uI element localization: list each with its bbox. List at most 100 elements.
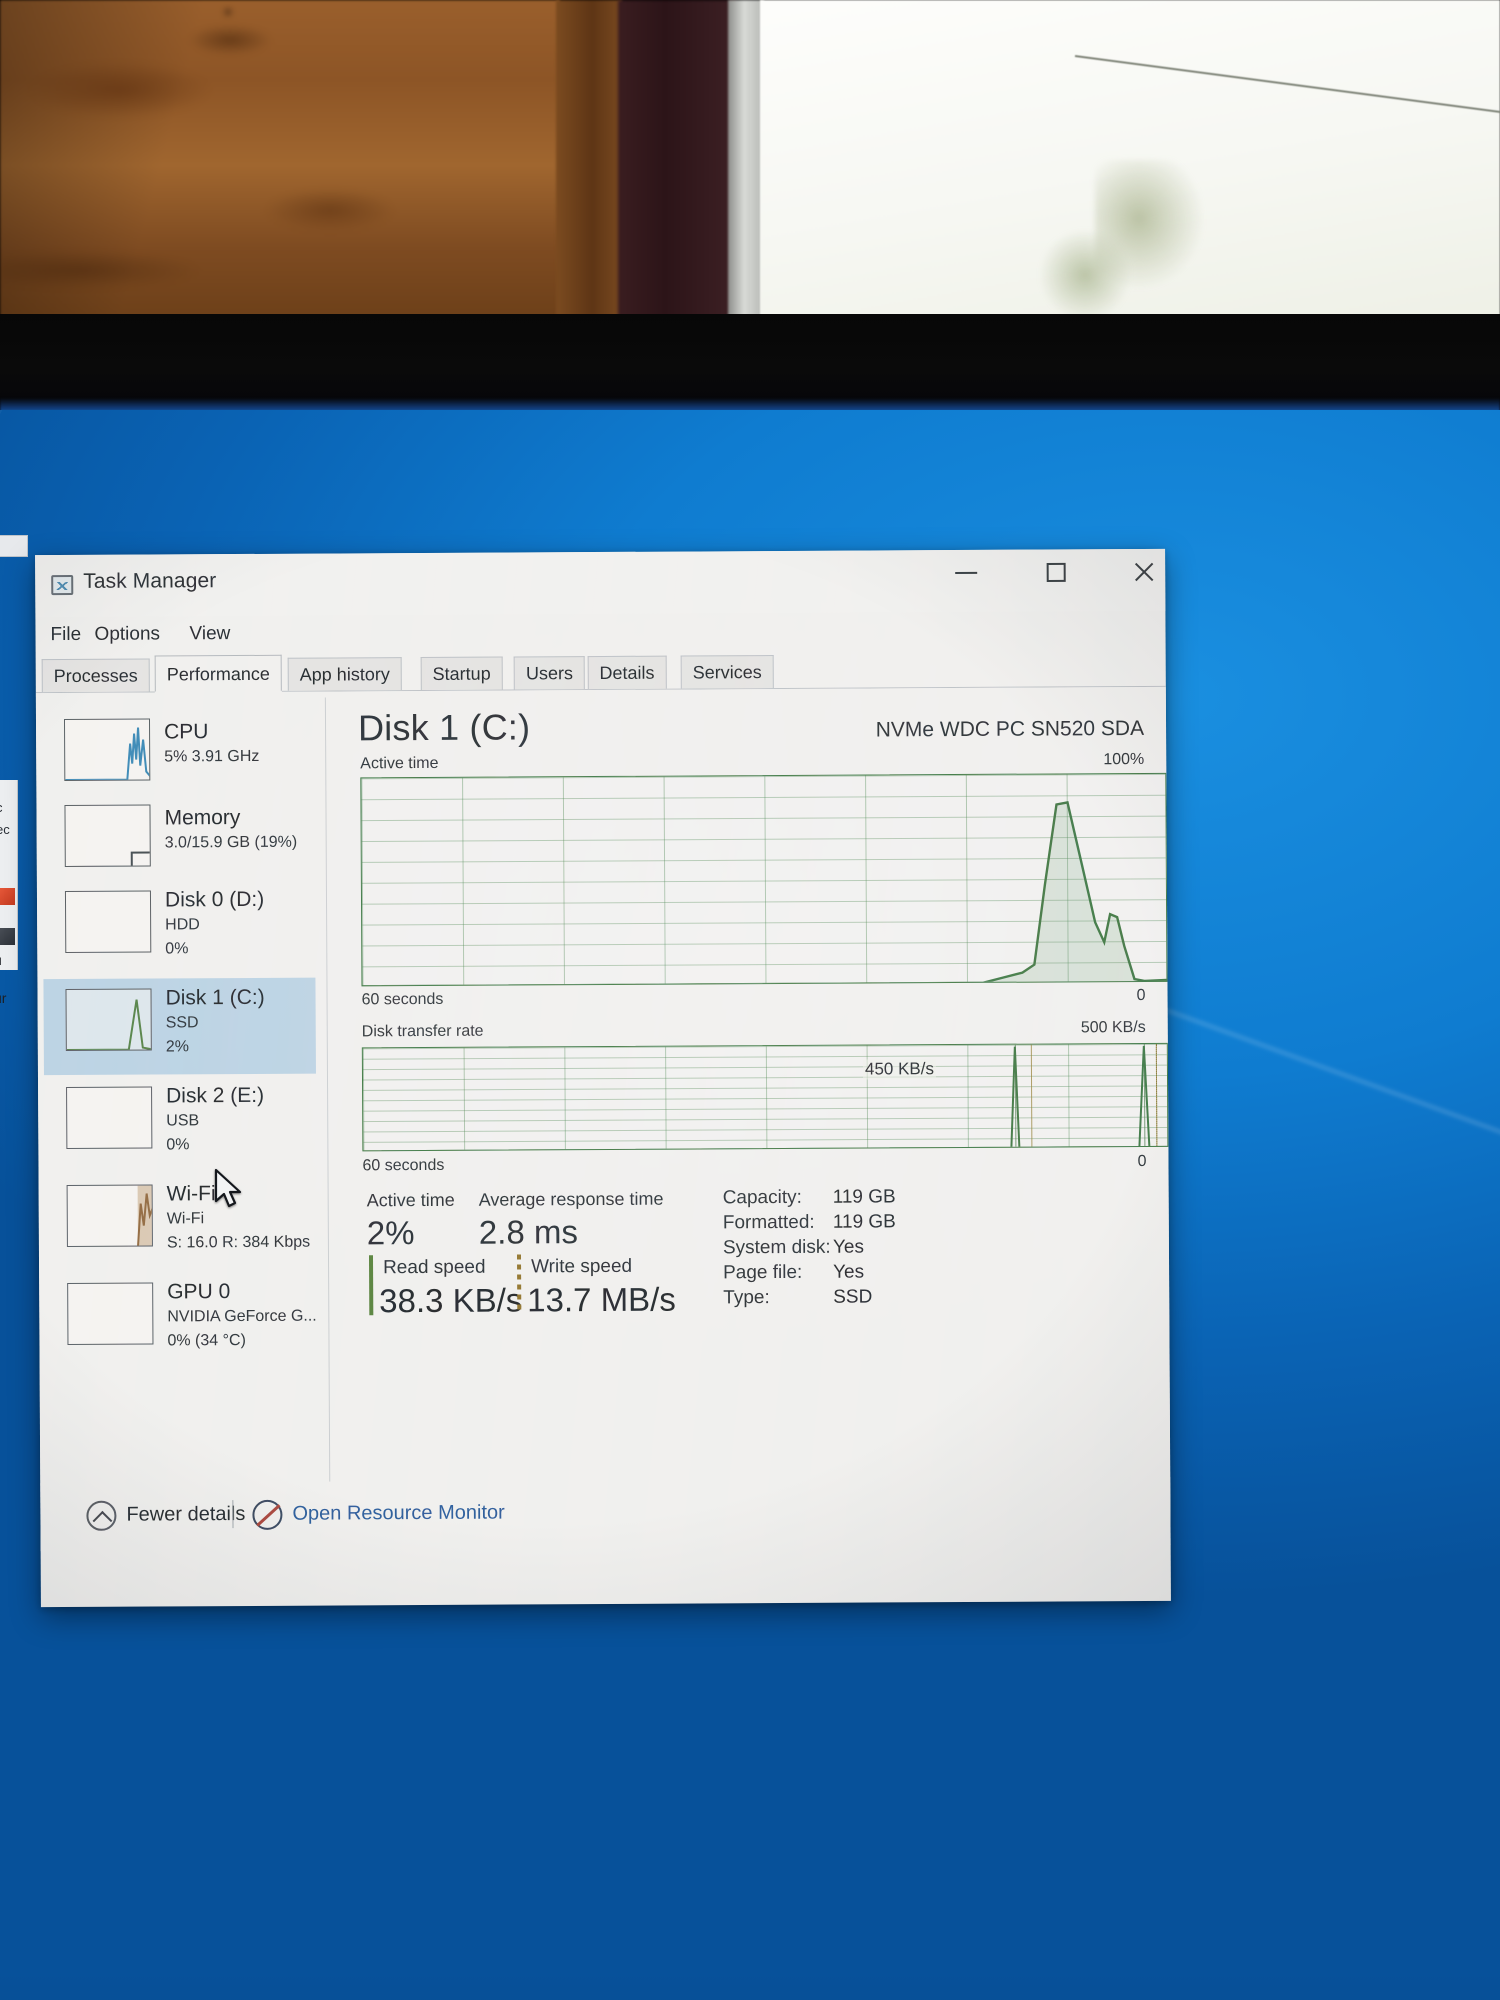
resource-sidebar: CPU 5% 3.91 GHz Memory 3.0/15.9 GB (19%) Dis… — [35, 697, 331, 1552]
fewer-details-button[interactable]: Fewer details — [126, 1503, 245, 1527]
cpu-sparkline — [65, 727, 151, 781]
title-bar[interactable]: Task Manager — [35, 548, 1166, 618]
background-text-line-1: c — [0, 800, 3, 815]
sidebar-item-detail-1: 5% 3.91 GHz — [164, 747, 260, 766]
active-time-graph-time: 60 seconds — [361, 990, 444, 1009]
detail-panel: Disk 1 (C:) NVMe WDC PC SN520 SDA Active… — [328, 687, 1171, 1550]
task-manager-icon — [51, 574, 74, 596]
transfer-rate-graph[interactable]: 450 KB/s — [361, 1042, 1169, 1152]
sidebar-thumbnail — [64, 890, 152, 954]
tab-app-history[interactable]: App history — [287, 657, 402, 691]
tab-processes[interactable]: Processes — [41, 658, 150, 693]
page-title: Disk 1 (C:) — [357, 706, 531, 749]
sidebar-item-disk-1-c[interactable]: Disk 1 (C:) SSD 2% — [43, 977, 316, 1076]
sidebar-item-detail-1: 3.0/15.9 GB (19%) — [164, 833, 298, 852]
transfer-rate-graph-min: 0 — [1137, 1152, 1147, 1171]
device-model: NVMe WDC PC SN520 SDA — [875, 716, 1145, 742]
sidebar-item-detail-2: 2% — [165, 1038, 189, 1056]
wifi-sparkline — [136, 1185, 153, 1247]
info-key-page-file: Page file: — [723, 1261, 803, 1284]
read-speed-marker — [368, 1255, 374, 1316]
minimize-icon — [955, 571, 978, 575]
sidebar-item-wi-fi[interactable]: Wi-Fi Wi-Fi S: 16.0 R: 384 Kbps — [45, 1174, 318, 1272]
info-key-type: Type: — [723, 1287, 770, 1309]
read-speed-label: Read speed — [382, 1256, 486, 1279]
background-icon-dark[interactable] — [0, 928, 15, 945]
tab-services[interactable]: Services — [680, 655, 774, 689]
footer-divider — [232, 1500, 234, 1529]
active-time-series — [362, 801, 1168, 987]
resource-monitor-icon — [252, 1499, 283, 1530]
sidebar-item-detail-1: Wi-Fi — [166, 1210, 205, 1228]
sidebar-thumbnail — [65, 988, 152, 1051]
background-text-line-2: ec — [0, 822, 10, 837]
transfer-rate-graph-time: 60 seconds — [362, 1156, 445, 1175]
sidebar-item-gpu-0[interactable]: GPU 0 NVIDIA GeForce G... 0% (34 °C) — [45, 1272, 318, 1370]
response-time-readout-value: 2.8 ms — [478, 1213, 579, 1251]
window-body: CPU 5% 3.91 GHz Memory 3.0/15.9 GB (19%) Dis… — [35, 686, 1171, 1552]
background-photo — [0, 0, 1500, 318]
write-speed-label: Write speed — [530, 1255, 633, 1278]
sidebar-item-name: Wi-Fi — [166, 1182, 216, 1206]
window-footer: Fewer details Open Resource Monitor — [40, 1476, 1171, 1552]
disk1-sparkline — [66, 999, 152, 1051]
active-time-readout-label: Active time — [366, 1189, 455, 1211]
background-icon-red[interactable] — [0, 888, 15, 905]
background-window-top[interactable] — [0, 535, 28, 557]
open-resource-monitor-link[interactable]: Open Resource Monitor — [292, 1502, 504, 1526]
menu-item-options[interactable]: Options — [87, 620, 167, 648]
tab-performance[interactable]: Performance — [154, 654, 282, 692]
sidebar-item-detail-2: S: 16.0 R: 384 Kbps — [166, 1233, 311, 1252]
active-time-readout-value: 2% — [366, 1214, 415, 1252]
mouse-cursor — [214, 1168, 242, 1208]
sidebar-item-detail-1: SSD — [165, 1014, 199, 1032]
active-time-graph-label: Active time — [360, 754, 439, 773]
info-value-type: SSD — [833, 1286, 873, 1308]
sidebar-item-detail-2: 0% — [165, 940, 189, 958]
read-speed-value: 38.3 KB/s — [379, 1281, 523, 1320]
tab-users[interactable]: Users — [513, 656, 586, 690]
menu-item-view[interactable]: View — [182, 620, 237, 648]
sidebar-item-disk-2-e[interactable]: Disk 2 (E:) USB 0% — [44, 1076, 317, 1174]
tab-details[interactable]: Details — [587, 655, 667, 690]
sidebar-item-name: Disk 0 (D:) — [164, 887, 265, 912]
task-manager-window[interactable]: Task Manager File Options View Processes… — [35, 548, 1171, 1608]
info-key-capacity: Capacity: — [722, 1186, 802, 1209]
active-time-graph-max: 100% — [1103, 750, 1145, 769]
write-speed-value: 13.7 MB/s — [527, 1280, 676, 1319]
menu-item-file[interactable]: File — [43, 621, 88, 649]
active-time-graph[interactable] — [360, 772, 1168, 987]
wallpaper-shadow — [0, 1970, 1500, 2000]
sidebar-thumbnail — [66, 1184, 153, 1247]
minimize-button[interactable] — [935, 550, 997, 596]
info-value-page-file: Yes — [833, 1261, 865, 1283]
write-speed-marker — [516, 1254, 522, 1315]
background-text-line-4: ur — [0, 990, 7, 1006]
tab-startup[interactable]: Startup — [420, 656, 503, 691]
response-time-readout-label: Average response time — [478, 1188, 664, 1210]
info-key-formatted: Formatted: — [722, 1211, 815, 1234]
sidebar-thumbnail — [67, 1282, 154, 1345]
close-button[interactable] — [1113, 549, 1171, 595]
sidebar-thumbnail — [66, 1086, 153, 1149]
sidebar-item-name: Memory — [164, 806, 241, 830]
maximize-button[interactable] — [1025, 549, 1087, 595]
active-time-graph-min: 0 — [1136, 986, 1146, 1005]
sidebar-thumbnail — [64, 804, 151, 868]
sidebar-item-memory[interactable]: Memory 3.0/15.9 GB (19%) — [42, 794, 314, 880]
transfer-rate-tooltip: 450 KB/s — [862, 1059, 937, 1080]
dark-post — [618, 0, 736, 318]
sidebar-item-cpu[interactable]: CPU 5% 3.91 GHz — [42, 708, 314, 794]
background-text-line-3: u — [0, 952, 2, 968]
sidebar-thumbnail — [63, 718, 151, 782]
info-value-system-disk: Yes — [832, 1236, 865, 1258]
info-value-capacity: 119 GB — [832, 1186, 896, 1208]
memory-sparkline — [65, 851, 151, 868]
sidebar-item-name: CPU — [163, 720, 209, 744]
menu-bar: File Options View — [35, 611, 1165, 655]
sidebar-item-detail-1: USB — [166, 1112, 200, 1130]
sidebar-item-disk-0-d[interactable]: Disk 0 (D:) HDD 0% — [43, 880, 316, 978]
foliage-secondary — [1040, 230, 1130, 318]
chevron-up-icon — [86, 1500, 117, 1531]
transfer-rate-graph-max: 500 KB/s — [1080, 1018, 1146, 1037]
